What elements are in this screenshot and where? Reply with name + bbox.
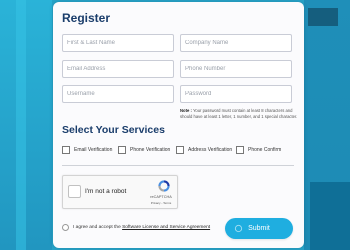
recaptcha-logo-icon [158, 180, 170, 192]
service-phone-verification[interactable]: Phone Verification [118, 145, 170, 154]
agreement-text: I agree and accept the Software License … [73, 225, 210, 230]
service-label: Phone Confirm [248, 146, 282, 153]
recaptcha-widget: I'm not a robot reCAPTCHA Privacy - Term… [62, 175, 178, 209]
form-title: Register [62, 11, 111, 25]
username-input[interactable] [62, 85, 174, 103]
company-name-input[interactable] [180, 34, 292, 52]
service-label: Address Verification [188, 146, 233, 153]
password-note: Note : Your password must contain at lea… [180, 108, 298, 120]
checkbox[interactable] [176, 145, 184, 154]
service-phone-confirm[interactable]: Phone Confirm [236, 145, 281, 154]
checkbox[interactable] [236, 145, 244, 154]
full-name-input[interactable] [62, 34, 174, 52]
background-block [308, 8, 338, 26]
service-address-verification[interactable]: Address Verification [176, 145, 232, 154]
background-block-lower [310, 182, 350, 250]
service-email-verification[interactable]: Email Verification [62, 145, 112, 154]
recaptcha-checkbox[interactable] [68, 185, 81, 198]
recaptcha-brand: reCAPTCHA [150, 195, 172, 199]
note-text: Your password must contain at least 8 ch… [180, 108, 298, 119]
license-agreement-link[interactable]: Software License and Service Agreement [122, 225, 210, 230]
service-label: Phone Verification [130, 146, 171, 153]
background-stripe [16, 0, 26, 250]
agreement-checkbox[interactable] [62, 224, 69, 231]
agreement-prefix: I agree and accept the [73, 225, 121, 230]
recaptcha-links[interactable]: Privacy - Terms [146, 201, 176, 205]
register-card: Register Note : Your password must conta… [53, 2, 304, 248]
background-left-panel [0, 0, 52, 250]
note-label: Note : [180, 108, 192, 113]
service-label: Email Verification [74, 146, 113, 153]
divider [62, 165, 294, 166]
recaptcha-label: I'm not a robot [85, 188, 127, 195]
password-input[interactable] [180, 85, 292, 103]
email-input[interactable] [62, 60, 174, 78]
checkbox[interactable] [62, 145, 70, 154]
checkbox[interactable] [118, 145, 126, 154]
spinner-icon [234, 224, 243, 233]
services-title: Select Your Services [62, 124, 165, 136]
phone-input[interactable] [180, 60, 292, 78]
